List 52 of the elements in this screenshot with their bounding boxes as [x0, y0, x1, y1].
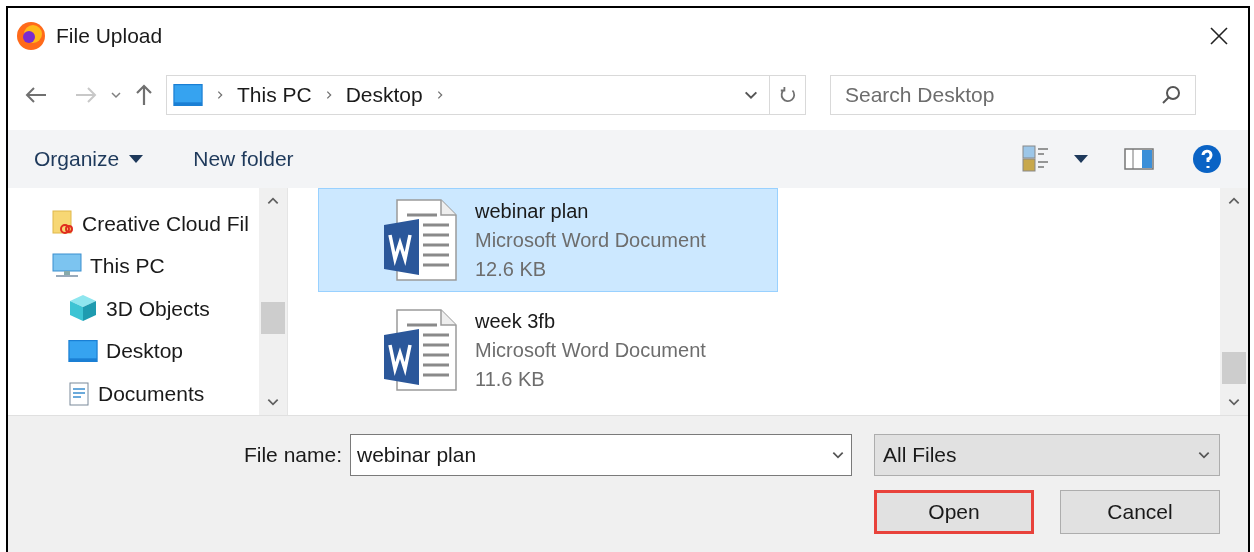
- cube-icon: [68, 293, 98, 324]
- file-item[interactable]: week 3fb Microsoft Word Document 11.6 KB: [318, 298, 778, 402]
- browser-logo-icon: [16, 21, 46, 51]
- file-list-scrollbar[interactable]: [1220, 188, 1248, 415]
- file-size: 11.6 KB: [475, 366, 546, 392]
- close-icon: [1209, 26, 1229, 46]
- breadcrumb-item[interactable]: This PC: [237, 79, 312, 111]
- word-document-icon: [383, 199, 457, 281]
- monitor-icon: [52, 252, 82, 279]
- recent-locations-icon: [110, 89, 122, 101]
- caret-icon: [129, 155, 144, 163]
- file-name-label: File name:: [243, 442, 342, 469]
- navigation-scrollbar[interactable]: [259, 188, 287, 415]
- scroll-thumb[interactable]: [1222, 352, 1246, 384]
- desktop-icon: [173, 84, 203, 106]
- dialog-button[interactable]: Cancel: [1060, 490, 1220, 534]
- window-title: File Upload: [56, 23, 163, 50]
- file-name-field[interactable]: webinar plan: [350, 434, 852, 476]
- navigation-item[interactable]: 3D Objects: [8, 287, 259, 330]
- file-name: week 3fb: [475, 308, 557, 334]
- file-size: 12.6 KB: [475, 256, 548, 282]
- view-options-icon[interactable]: [1022, 145, 1050, 173]
- navigation-item[interactable]: This PC: [8, 244, 259, 288]
- navigation-item[interactable]: Desktop: [8, 329, 259, 373]
- organize-menu[interactable]: Organize: [34, 143, 144, 175]
- document-icon: [68, 381, 90, 406]
- new-folder-button[interactable]: New folder: [193, 143, 294, 175]
- search-icon: [1161, 85, 1181, 105]
- navigation-item[interactable]: Creative Cloud Fil: [8, 202, 259, 245]
- up-arrow-icon[interactable]: [134, 83, 154, 107]
- breadcrumb-item[interactable]: Desktop: [345, 79, 423, 111]
- navigation-item[interactable]: Documents: [8, 372, 259, 415]
- file-item[interactable]: webinar plan Microsoft Word Document 12.6 KB: [318, 188, 778, 292]
- preview-pane-icon[interactable]: [1124, 148, 1154, 170]
- file-type-dropdown[interactable]: All Files: [874, 434, 1220, 476]
- file-type: Microsoft Word Document: [475, 227, 706, 253]
- breadcrumb-separator-icon: [215, 90, 225, 100]
- file-name-input[interactable]: webinar plan: [357, 439, 831, 471]
- scroll-thumb[interactable]: [261, 302, 285, 334]
- refresh-icon: [778, 86, 797, 104]
- caret-icon[interactable]: [1074, 155, 1088, 163]
- word-document-icon: [383, 309, 457, 391]
- back-arrow-icon[interactable]: [24, 85, 48, 105]
- search-field[interactable]: Search Desktop: [830, 75, 1196, 115]
- help-icon[interactable]: [1192, 144, 1222, 174]
- desktop-icon: [68, 340, 98, 363]
- file-type: Microsoft Word Document: [475, 337, 706, 363]
- search-input[interactable]: Search Desktop: [845, 79, 1161, 111]
- address-bar[interactable]: This PC Desktop: [166, 75, 806, 115]
- cloud-folder-icon: [52, 210, 74, 237]
- file-name: webinar plan: [475, 198, 590, 224]
- dialog-button[interactable]: Open: [874, 490, 1034, 534]
